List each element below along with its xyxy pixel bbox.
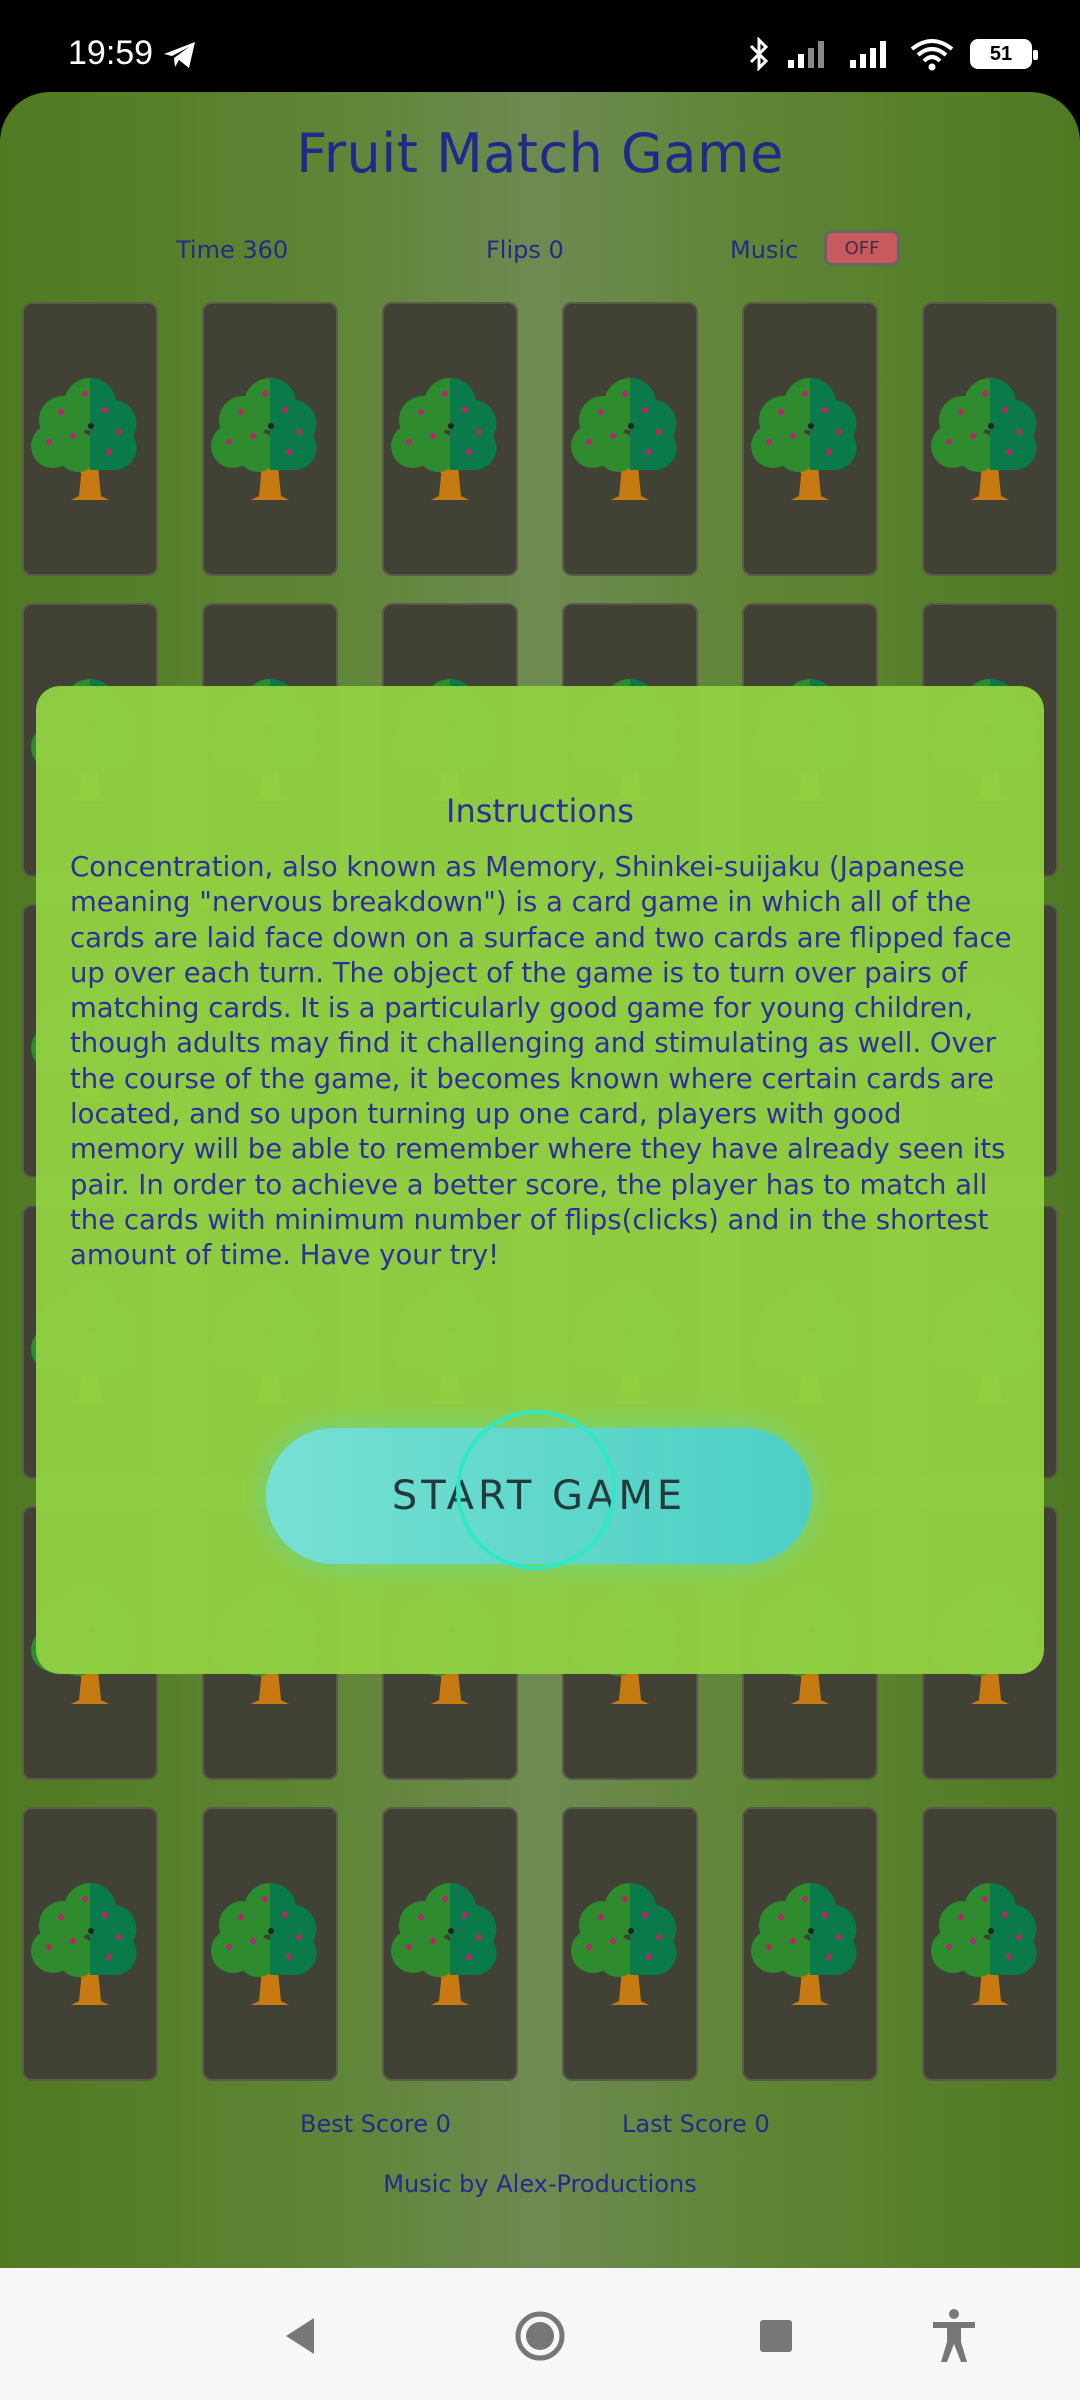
status-bar: 19:59 51 [0, 0, 1080, 92]
tree-icon [743, 370, 877, 508]
tree-icon [923, 1875, 1057, 2013]
tree-icon [563, 370, 697, 508]
status-time: 19:59 [68, 34, 154, 72]
card-6-4[interactable] [562, 1807, 698, 2081]
card-1-5[interactable] [742, 302, 878, 576]
back-button[interactable] [272, 2308, 328, 2364]
stats-bar: Time 360 Flips 0 Music OFF [0, 230, 1080, 276]
tree-icon [383, 1875, 517, 2013]
card-6-5[interactable] [742, 1807, 878, 2081]
music-credit: Music by Alex-Productions [383, 2170, 697, 2198]
card-1-6[interactable] [922, 302, 1058, 576]
bluetooth-icon [749, 37, 769, 71]
card-6-3[interactable] [382, 1807, 518, 2081]
home-icon [515, 2311, 565, 2361]
tap-indicator [456, 1410, 616, 1570]
card-6-6[interactable] [922, 1807, 1058, 2081]
best-score: Best Score 0 [300, 2110, 451, 2138]
tree-icon [743, 1875, 877, 2013]
recents-button[interactable] [748, 2308, 804, 2364]
signal-icon [850, 41, 886, 68]
card-1-4[interactable] [562, 302, 698, 576]
recents-icon [760, 2320, 792, 2352]
card-1-3[interactable] [382, 302, 518, 576]
back-icon [286, 2318, 314, 2354]
battery-icon: 51 [970, 39, 1038, 69]
wifi-icon [910, 39, 954, 71]
home-button[interactable] [512, 2308, 568, 2364]
card-6-2[interactable] [202, 1807, 338, 2081]
status-icons: 51 [748, 36, 1038, 72]
tree-icon [203, 370, 337, 508]
card-1-2[interactable] [202, 302, 338, 576]
instructions-title: Instructions [446, 792, 634, 830]
card-6-1[interactable] [22, 1807, 158, 2081]
music-label: Music [730, 236, 799, 264]
card-1-1[interactable] [22, 302, 158, 576]
tree-icon [383, 370, 517, 508]
tree-icon [23, 1875, 157, 2013]
accessibility-button[interactable] [926, 2308, 982, 2364]
telegram-icon [164, 42, 195, 68]
time-counter: Time 360 [176, 236, 289, 264]
last-score: Last Score 0 [622, 2110, 770, 2138]
navigation-bar [0, 2268, 1080, 2400]
signal-icon [788, 41, 824, 68]
page-title: Fruit Match Game [296, 122, 784, 185]
tree-icon [203, 1875, 337, 2013]
instructions-modal: Instructions Concentration, also known a… [36, 686, 1044, 1674]
tree-icon [563, 1875, 697, 2013]
music-toggle[interactable]: OFF [824, 230, 900, 266]
tree-icon [23, 370, 157, 508]
instructions-text: Concentration, also known as Memory, Shi… [70, 851, 1012, 1272]
accessibility-icon [933, 2309, 975, 2362]
tree-icon [923, 370, 1057, 508]
flips-counter: Flips 0 [486, 236, 564, 264]
